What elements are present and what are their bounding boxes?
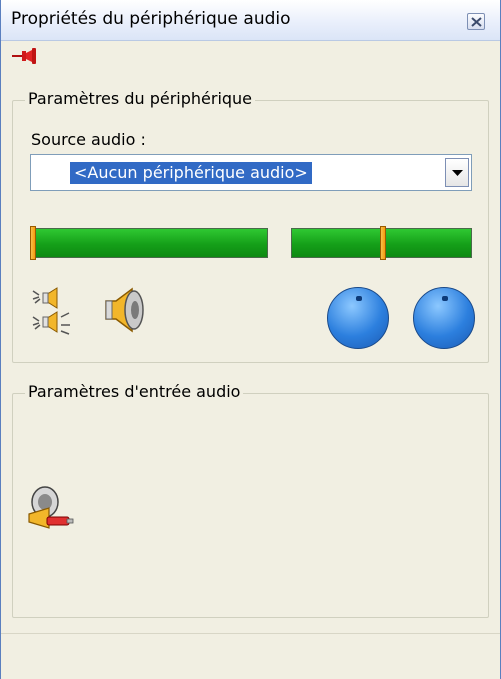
speaker-button[interactable] — [100, 285, 148, 339]
level-slider[interactable] — [30, 226, 268, 260]
audio-input-button[interactable] — [27, 484, 75, 534]
audio-source-value: <Aucun périphérique audio> — [70, 162, 312, 184]
level-slider-thumb[interactable] — [30, 226, 36, 260]
device-settings-legend: Paramètres du périphérique — [25, 89, 256, 108]
audio-source-select[interactable]: <Aucun périphérique audio> — [30, 154, 472, 191]
balance-knob[interactable] — [413, 287, 475, 349]
volume-knob-icon — [356, 296, 362, 301]
balance-slider-thumb[interactable] — [380, 226, 386, 260]
audio-source-label: Source audio : — [31, 130, 146, 149]
pin-button[interactable] — [12, 47, 38, 69]
volume-knob-icon — [442, 296, 448, 301]
volume-knob[interactable] — [327, 287, 389, 349]
audio-device-properties-window: Propriétés du périphérique audio Paramèt… — [0, 0, 501, 679]
close-button[interactable] — [467, 13, 485, 30]
balance-slider[interactable] — [291, 226, 472, 260]
window-title: Propriétés du périphérique audio — [11, 9, 291, 29]
chevron-down-icon — [452, 170, 463, 176]
close-icon — [471, 17, 482, 27]
status-bar — [1, 633, 500, 679]
title-bar: Propriétés du périphérique audio — [1, 0, 500, 41]
speaker-icon — [105, 287, 144, 333]
audio-input-icon — [28, 486, 74, 529]
pushpin-icon — [12, 48, 36, 64]
audio-input-settings-group — [12, 393, 489, 618]
mute-speakers-icon — [32, 287, 70, 335]
mute-button[interactable] — [31, 287, 75, 339]
audio-input-settings-legend: Paramètres d'entrée audio — [25, 382, 244, 401]
dropdown-button[interactable] — [445, 158, 469, 187]
